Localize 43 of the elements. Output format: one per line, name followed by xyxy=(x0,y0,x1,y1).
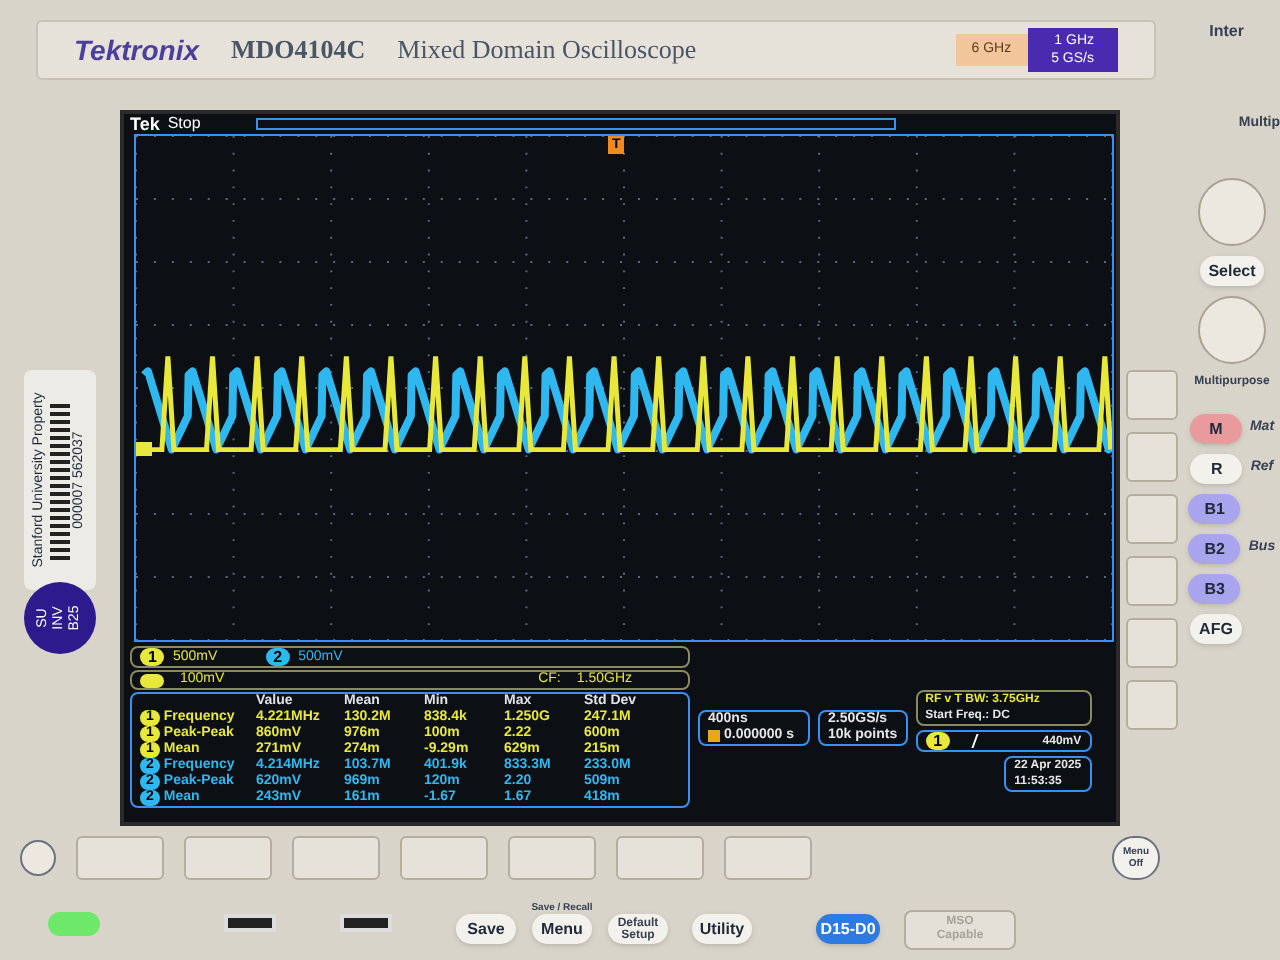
bottom-softkey[interactable] xyxy=(616,836,704,880)
save-button[interactable]: Save xyxy=(456,914,516,944)
trigger-source-badge: 1 xyxy=(925,732,951,750)
usb-port-icon xyxy=(340,914,392,932)
usb-port-icon xyxy=(224,914,276,932)
knob-label: Inter xyxy=(1209,20,1244,44)
bus-button[interactable]: B1 xyxy=(1188,493,1241,523)
math-button[interactable]: M xyxy=(1189,413,1242,443)
ground-marker-icon xyxy=(136,442,152,456)
afg-button[interactable]: AFG xyxy=(1190,613,1242,643)
acquisition-state: Stop xyxy=(167,114,201,134)
side-softkey[interactable] xyxy=(1126,618,1178,668)
side-softkey[interactable] xyxy=(1126,370,1178,420)
knob-icon xyxy=(1198,295,1266,363)
bottom-softkey[interactable] xyxy=(184,836,272,880)
bus-button[interactable]: B2 xyxy=(1188,533,1241,563)
brand-logo: Tektronix xyxy=(74,31,199,69)
utility-button[interactable]: Utility xyxy=(692,914,752,944)
bottom-softkey[interactable] xyxy=(400,836,488,880)
side-softkey[interactable] xyxy=(1126,556,1178,606)
menu-button[interactable]: Menu xyxy=(532,914,592,944)
ref-button[interactable]: R xyxy=(1190,453,1243,483)
side-softkey[interactable] xyxy=(1126,680,1178,730)
select-button[interactable]: Select xyxy=(1200,255,1264,285)
print-icon[interactable] xyxy=(20,840,56,876)
rf-trace-icon xyxy=(140,673,164,687)
model-name: MDO4104C xyxy=(231,32,366,69)
side-softkey[interactable] xyxy=(1126,494,1178,544)
bottom-softkey[interactable] xyxy=(508,836,596,880)
bottom-softkey[interactable] xyxy=(292,836,380,880)
trigger-delay-icon xyxy=(708,730,720,742)
knob-icon xyxy=(1198,177,1266,245)
barcode-icon xyxy=(50,400,70,560)
product-name: Mixed Domain Oscilloscope xyxy=(397,32,699,69)
channel-badge: 2 xyxy=(265,648,291,666)
channel-badge: 1 xyxy=(140,648,165,666)
bottom-softkey[interactable] xyxy=(724,836,812,880)
bus-button[interactable]: B3 xyxy=(1188,573,1241,603)
side-softkey[interactable] xyxy=(1126,432,1178,482)
power-button[interactable] xyxy=(48,911,100,935)
digital-channels-button[interactable]: D15-D0 xyxy=(816,914,880,944)
tek-logo: Tek xyxy=(130,114,160,134)
bottom-softkey[interactable] xyxy=(76,836,164,880)
